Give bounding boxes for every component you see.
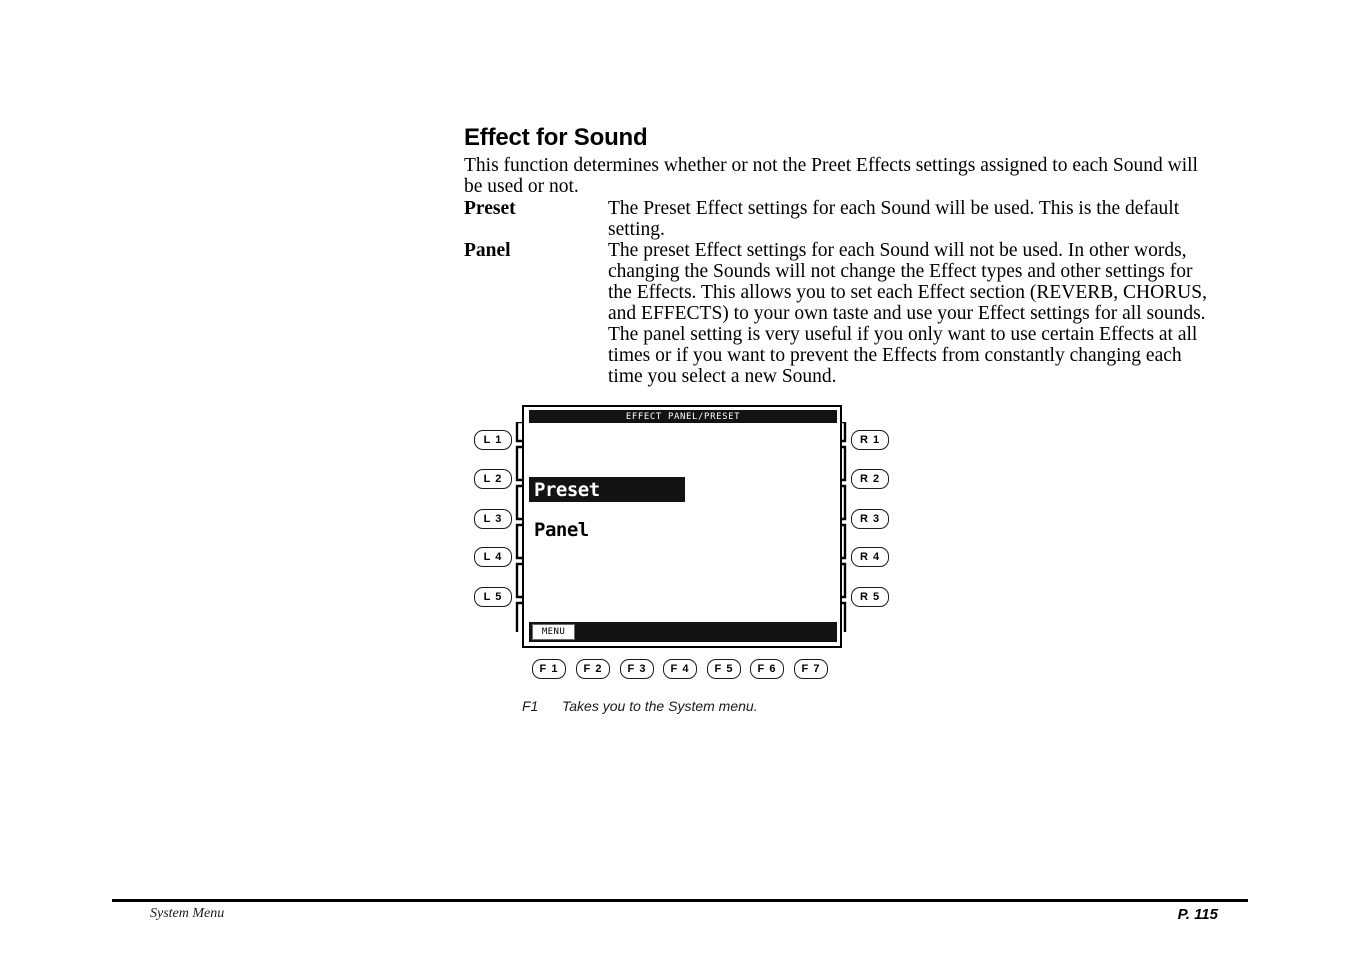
option-term-preset: Preset <box>464 198 516 219</box>
footer-section-name: System Menu <box>150 906 225 921</box>
figure-caption-key: F1 <box>522 698 539 714</box>
lcd-option-panel[interactable]: Panel <box>529 517 685 542</box>
figure-caption-text: Takes you to the System menu. <box>562 698 758 714</box>
right-button-r5[interactable]: R 5 <box>851 587 889 607</box>
right-button-r2-label: R 2 <box>859 473 881 485</box>
right-button-r1[interactable]: R 1 <box>851 430 889 450</box>
right-button-r4-label: R 4 <box>859 551 881 563</box>
left-button-l3[interactable]: L 3 <box>474 509 512 529</box>
function-button-f1-label: F 1 <box>539 663 559 675</box>
function-button-f2-label: F 2 <box>583 663 603 675</box>
right-button-r3[interactable]: R 3 <box>851 509 889 529</box>
function-button-f3[interactable]: F 3 <box>620 659 654 679</box>
right-button-r1-label: R 1 <box>859 434 881 446</box>
function-button-f5-label: F 5 <box>714 663 734 675</box>
function-button-f4-label: F 4 <box>670 663 690 675</box>
lcd-title-text: EFFECT PANEL/PRESET <box>625 411 741 422</box>
lcd-option-panel-label: Panel <box>534 518 589 541</box>
function-button-f7[interactable]: F 7 <box>794 659 828 679</box>
option-term-panel: Panel <box>464 240 511 261</box>
left-button-l1[interactable]: L 1 <box>474 430 512 450</box>
left-button-l2[interactable]: L 2 <box>474 469 512 489</box>
right-button-r4[interactable]: R 4 <box>851 547 889 567</box>
option-description-panel: The preset Effect settings for each Soun… <box>608 240 1207 387</box>
left-button-l4[interactable]: L 4 <box>474 547 512 567</box>
lcd-title-bar: EFFECT PANEL/PRESET <box>529 410 837 423</box>
left-button-l3-label: L 3 <box>483 513 503 525</box>
option-definition-list: Preset The Preset Effect settings for ea… <box>464 198 1220 387</box>
left-button-l4-label: L 4 <box>483 551 503 563</box>
footer-page-number: P. 115 <box>1177 906 1218 923</box>
function-button-f2[interactable]: F 2 <box>576 659 610 679</box>
device-panel-figure: L 1 L 2 L 3 L 4 L 5 R 1 R 2 R 3 R 4 R 5 … <box>470 400 890 690</box>
left-button-l5-label: L 5 <box>483 591 503 603</box>
option-row-preset: Preset The Preset Effect settings for ea… <box>464 198 1220 240</box>
intro-paragraph: This function determines whether or not … <box>464 154 1198 198</box>
lcd-option-preset[interactable]: Preset <box>529 477 685 502</box>
lcd-soft-key-bar: MENU <box>529 622 837 642</box>
function-button-f7-label: F 7 <box>801 663 821 675</box>
lcd-screen: EFFECT PANEL/PRESET Preset Panel MENU <box>522 405 842 648</box>
left-button-l1-label: L 1 <box>483 434 503 446</box>
function-button-f6-label: F 6 <box>757 663 777 675</box>
function-button-f5[interactable]: F 5 <box>707 659 741 679</box>
left-button-l5[interactable]: L 5 <box>474 587 512 607</box>
function-button-f6[interactable]: F 6 <box>750 659 784 679</box>
footer-divider <box>112 899 1248 902</box>
option-description-preset: The Preset Effect settings for each Soun… <box>608 198 1180 240</box>
function-button-f3-label: F 3 <box>627 663 647 675</box>
function-button-f4[interactable]: F 4 <box>663 659 697 679</box>
function-button-f1[interactable]: F 1 <box>532 659 566 679</box>
right-button-r2[interactable]: R 2 <box>851 469 889 489</box>
left-button-l2-label: L 2 <box>483 473 503 485</box>
menu-soft-button[interactable]: MENU <box>532 624 575 640</box>
right-button-r3-label: R 3 <box>859 513 881 525</box>
lcd-option-preset-label: Preset <box>534 478 600 501</box>
menu-soft-button-label: MENU <box>541 627 566 637</box>
option-row-panel: Panel The preset Effect settings for eac… <box>464 240 1220 387</box>
lcd-body: Preset Panel <box>524 425 840 620</box>
page-title: Effect for Sound <box>464 124 648 152</box>
right-button-r5-label: R 5 <box>859 591 881 603</box>
figure-caption: F1 Takes you to the System menu. <box>522 698 758 714</box>
